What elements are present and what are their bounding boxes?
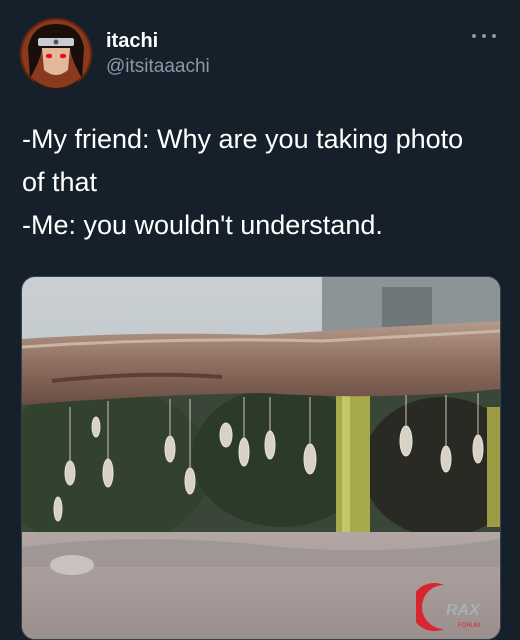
more-dot	[492, 34, 496, 38]
more-horizontal-icon[interactable]	[472, 28, 496, 44]
avatar-portrait	[20, 18, 92, 90]
user-handle[interactable]: @itsitaaachi	[106, 56, 210, 78]
more-dot	[482, 34, 486, 38]
tweet-text-line: -Me: you wouldn't understand.	[22, 210, 383, 240]
tweet-text: -My friend: Why are you taking photo of …	[22, 118, 502, 247]
tweet-media-photo[interactable]: RAX FORUM	[21, 276, 501, 640]
more-dot	[472, 34, 476, 38]
tweet-text-line: -My friend: Why are you taking photo	[22, 124, 464, 154]
tweet-text-line: of that	[22, 167, 98, 197]
tweet-card: itachi @itsitaaachi -My friend: Why are …	[0, 0, 520, 640]
svg-text:FORUM: FORUM	[458, 623, 480, 629]
watermark-logo: RAX FORUM	[416, 583, 481, 631]
avatar[interactable]	[20, 18, 92, 90]
svg-text:RAX: RAX	[446, 602, 481, 619]
display-name[interactable]: itachi	[106, 30, 158, 53]
